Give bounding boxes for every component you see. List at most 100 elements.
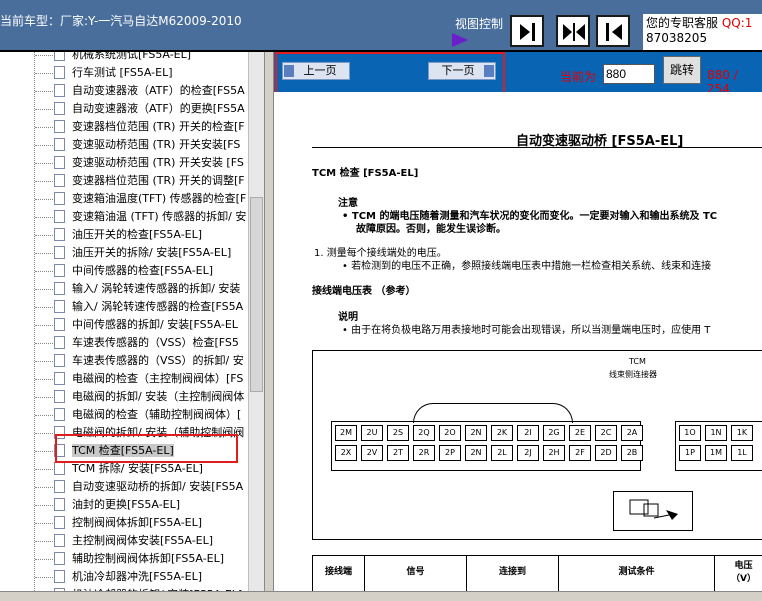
tree-item[interactable]: 自动变速器液（ATF）的更换[FS5A [54,100,254,118]
connector-pin: 2X [335,445,357,461]
tree-item-label: 电磁阀的检查（辅助控制阀阀体）[ [72,408,242,421]
document-icon [54,83,65,97]
document-icon [54,227,65,241]
tree-item[interactable]: 变速器档位范围 (TR) 开关的检查[F [54,118,254,136]
th-voltage: 电压 （V） [715,556,762,596]
tree-item-label: 车速表传感器的（VSS）的拆卸/ 安 [72,354,244,367]
tree-item[interactable]: 变速驱动桥范围 (TR) 开关安装 [FS [54,154,254,172]
tree-item-label: TCM 拆除/ 安装[FS5A-EL] [72,462,203,475]
tree-item-label: 控制阀阀体拆卸[FS5A-EL] [72,516,203,529]
document-icon [54,101,65,115]
tree-connector-dash [35,487,53,488]
document-icon [54,299,65,313]
tree-item[interactable]: 行车测试 [FS5A-EL] [54,64,254,82]
document-icon [54,335,65,349]
tree-item[interactable]: 控制阀阀体拆卸[FS5A-EL] [54,514,254,532]
contact-qq[interactable]: QQ:1 [722,16,753,30]
tree-item-label: 变速驱动桥范围 (TR) 开关安装[FS [72,138,241,151]
tree-item[interactable]: 车速表传感器的（VSS）的拆卸/ 安 [54,352,254,370]
play-icon[interactable] [452,33,468,47]
tree-item[interactable]: 主控制阀阀体安装[FS5A-EL] [54,532,254,550]
tree-item-label: 自动变速驱动桥的拆卸/ 安装[FS5A [72,480,244,493]
document-icon [54,52,65,61]
step-1-bullet: • 若检测到的电压不正确，参照接线端电压表中措施一栏检查相关系统、线束和连接 [342,261,712,272]
document-icon [54,497,65,511]
tree-item[interactable]: 变速箱油温 (TFT) 传感器的拆卸/ 安 [54,208,254,226]
sidebar-scroll-thumb[interactable] [250,197,263,392]
connector-pin: 1M [705,445,727,461]
tree-connector-dash [35,325,53,326]
tree-item-label: 油封的更换[FS5A-EL] [72,498,181,511]
page-number-input[interactable] [603,64,655,84]
note-line-2: 故障原因。否则，能发生误诊断。 [356,224,506,235]
tree-item[interactable]: 中间传感器的检查[FS5A-EL] [54,262,254,280]
tree-item-label: 中间传感器的拆卸/ 安装[FS5A-EL [72,318,238,331]
tree-item-label: 机械系统测试[FS5A-EL] [72,52,192,61]
tree-connector-dash [35,559,53,560]
tree-item[interactable]: 机油冷却器冲洗[FS5A-EL] [54,568,254,586]
tree-item-label: 输入/ 涡轮转速传感器的检查[FS5A [72,300,244,313]
split-arrows-icon [563,23,585,41]
connector-pin: 2K [491,425,513,441]
tree-connector-dash [35,289,53,290]
tree-item[interactable]: 变速箱油温度(TFT) 传感器的检查[F [54,190,254,208]
tree-connector-dash [35,415,53,416]
view-mode-2-button[interactable] [556,15,590,47]
document-icon [54,263,65,277]
tree-connector-dash [35,271,53,272]
tree-item[interactable]: 自动变速器液（ATF）的检查[FS5A [54,82,254,100]
tree-connector-dash [35,343,53,344]
tree-item[interactable]: 变速器档位范围 (TR) 开关的调整[F [54,172,254,190]
connector-pin: 2H [543,445,565,461]
tree-item[interactable]: 变速驱动桥范围 (TR) 开关安装[FS [54,136,254,154]
document-icon [54,407,65,421]
document-icon [54,551,65,565]
highlight-selected-item [55,434,238,463]
top-bar: 当前车型：厂家:Y-一汽马自达M62009-2010 视图控制 您的专职客服 Q… [0,0,762,50]
tree-item[interactable]: 油封的更换[FS5A-EL] [54,496,254,514]
tree-item[interactable]: 中间传感器的拆卸/ 安装[FS5A-EL [54,316,254,334]
tree-item-label: 变速器档位范围 (TR) 开关的检查[F [72,120,245,133]
connector-pin: 2Q [413,425,435,441]
connector-pin: 2O [439,425,461,441]
connector-pin: 2J [517,445,539,461]
connector-pin: 2N [465,425,487,441]
tree-item[interactable]: 辅助控制阀阀体拆卸[FS5A-EL] [54,550,254,568]
sidebar-scrollbar[interactable] [248,52,264,601]
connector-pin: 2V [361,445,383,461]
tree-item[interactable]: 电磁阀的检查（辅助控制阀阀体）[ [54,406,254,424]
tree-connector-line [34,52,35,601]
tree-connector-dash [35,505,53,506]
tree-item[interactable]: 油压开关的检查[FS5A-EL] [54,226,254,244]
tree-item[interactable]: 机械系统测试[FS5A-EL] [54,52,254,64]
tree-item[interactable]: 电磁阀的检查（主控制阀阀体）[FS [54,370,254,388]
tree-item[interactable]: 车速表传感器的（VSS）检查[FS5 [54,334,254,352]
view-mode-3-button[interactable] [596,15,630,47]
diagram-title: TCM [629,357,646,366]
pane-splitter[interactable] [264,52,274,601]
view-mode-1-button[interactable] [510,15,544,47]
connector-pin: 2S [387,425,409,441]
bottom-scrollbar[interactable] [0,591,762,601]
document-icon [54,245,65,259]
document-icon [54,533,65,547]
tree-item[interactable]: 输入/ 涡轮转速传感器的拆卸/ 安装 [54,280,254,298]
tree-item[interactable]: 油压开关的拆除/ 安装[FS5A-EL] [54,244,254,262]
title-rule [312,147,762,148]
jump-button[interactable]: 跳转 [663,56,701,84]
tree-connector-dash [35,433,53,434]
tree-connector-dash [35,577,53,578]
document-icon [54,191,65,205]
tree-connector-dash [35,523,53,524]
connector-pin: 2I [517,425,539,441]
tree-item[interactable]: 电磁阀的拆卸/ 安装（主控制阀阀体 [54,388,254,406]
tree-item[interactable]: 自动变速驱动桥的拆卸/ 安装[FS5A [54,478,254,496]
document-icon [54,281,65,295]
tree-connector-dash [35,469,53,470]
tree-connector-dash [35,361,53,362]
document-icon [54,353,65,367]
tree-connector-dash [35,397,53,398]
tree-item[interactable]: 输入/ 涡轮转速传感器的检查[FS5A [54,298,254,316]
connector-pin: 2M [335,425,357,441]
tree-item-label: 主控制阀阀体安装[FS5A-EL] [72,534,214,547]
